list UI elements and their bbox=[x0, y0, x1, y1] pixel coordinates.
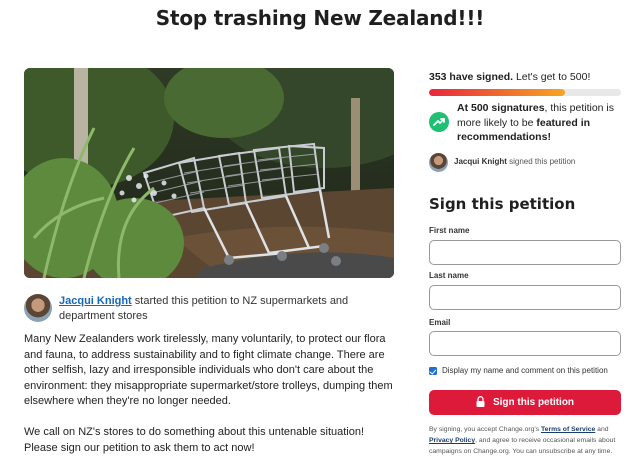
petition-main: Jacqui Knight started this petition to N… bbox=[24, 68, 396, 454]
recent-signer-avatar bbox=[429, 153, 448, 172]
signed-count-text: 353 have signed. bbox=[429, 71, 514, 83]
description-paragraph-2: We call on NZ's stores to do something a… bbox=[24, 426, 365, 454]
progress-fill bbox=[429, 89, 565, 96]
last-name-label: Last name bbox=[429, 271, 469, 280]
sign-form-heading: Sign this petition bbox=[429, 195, 576, 213]
milestone-text: At 500 signatures, this petition is more… bbox=[457, 102, 614, 143]
sign-petition-button-label: Sign this petition bbox=[492, 397, 575, 408]
petition-title: Stop trashing New Zealand!!! bbox=[155, 6, 485, 30]
display-name-option-label: Display my name and comment on this peti… bbox=[442, 366, 608, 375]
petition-photo bbox=[24, 68, 394, 278]
description-paragraph-1: Many New Zealanders work tirelessly, man… bbox=[24, 333, 393, 407]
starter-name-link[interactable]: Jacqui Knight bbox=[59, 295, 132, 307]
sign-petition-button[interactable]: Sign this petition bbox=[429, 390, 621, 415]
terms-of-service-link[interactable]: Terms of Service bbox=[541, 426, 595, 433]
email-label: Email bbox=[429, 318, 451, 327]
display-name-checkbox[interactable] bbox=[429, 367, 437, 375]
legal-notice: By signing, you accept Change.org's Term… bbox=[429, 426, 616, 455]
goal-text: Let's get to 500! bbox=[513, 71, 591, 83]
signature-count: 353 have signed. Let's get to 500! bbox=[429, 71, 590, 83]
recent-signer: Jacqui Knight signed this petition bbox=[429, 152, 621, 174]
first-name-field[interactable] bbox=[429, 240, 621, 265]
petition-starter: Jacqui Knight started this petition to N… bbox=[24, 293, 394, 329]
petition-description: Many New Zealanders work tirelessly, man… bbox=[24, 332, 396, 457]
display-name-option[interactable]: Display my name and comment on this peti… bbox=[429, 365, 621, 379]
starter-avatar bbox=[24, 294, 52, 322]
recent-signer-name: Jacqui Knight bbox=[454, 157, 507, 166]
signature-progress-bar bbox=[429, 89, 621, 96]
lock-icon bbox=[476, 395, 485, 410]
trending-up-icon bbox=[429, 112, 449, 132]
last-name-field[interactable] bbox=[429, 285, 621, 310]
privacy-policy-link[interactable]: Privacy Policy bbox=[429, 437, 475, 444]
first-name-label: First name bbox=[429, 226, 470, 235]
email-field[interactable] bbox=[429, 331, 621, 356]
